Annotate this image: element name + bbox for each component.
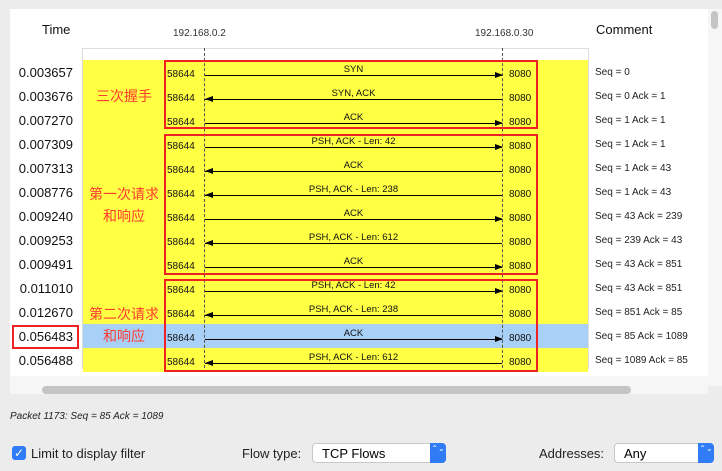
- row-time[interactable]: 0.012670: [10, 305, 73, 320]
- row-comment[interactable]: Seq = 851 Ack = 85: [595, 307, 682, 318]
- limit-filter-checkbox[interactable]: ✓: [12, 446, 26, 460]
- row-comment[interactable]: Seq = 239 Ack = 43: [595, 235, 682, 246]
- addresses-label: Addresses:: [539, 446, 605, 461]
- row-comment[interactable]: Seq = 1 Ack = 43: [595, 187, 671, 198]
- row-time[interactable]: 0.008776: [10, 185, 73, 200]
- status-text: Packet 1173: Seq = 85 Ack = 1089: [10, 411, 164, 422]
- group-label-line: 三次握手: [96, 88, 152, 104]
- selected-time-highlight-box: [12, 325, 79, 349]
- horizontal-scrollbar-thumb[interactable]: [42, 386, 631, 394]
- vertical-scrollbar-thumb[interactable]: [711, 11, 718, 29]
- row-time[interactable]: 0.007309: [10, 137, 73, 152]
- row-time[interactable]: 0.056488: [10, 353, 73, 368]
- row-time[interactable]: 0.009240: [10, 209, 73, 224]
- row-time[interactable]: 0.011010: [10, 281, 73, 296]
- row-time[interactable]: 0.007313: [10, 161, 73, 176]
- group-label-line: 和响应: [103, 208, 145, 224]
- flow-type-label: Flow type:: [242, 446, 302, 461]
- second-request-highlight-box: [164, 279, 538, 372]
- vertical-scrollbar[interactable]: [708, 9, 722, 386]
- row-comment[interactable]: Seq = 43 Ack = 239: [595, 211, 682, 222]
- host-a-label: 192.168.0.2: [173, 28, 226, 39]
- row-comment[interactable]: Seq = 85 Ack = 1089: [595, 331, 688, 342]
- chevron-updown-icon: ⌃⌄: [430, 443, 446, 463]
- row-comment[interactable]: Seq = 1 Ack = 43: [595, 163, 671, 174]
- addresses-select[interactable]: Any ⌃⌄: [614, 443, 714, 463]
- host-b-label: 192.168.0.30: [475, 28, 534, 39]
- row-time[interactable]: 0.007270: [10, 113, 73, 128]
- row-comment[interactable]: Seq = 43 Ack = 851: [595, 259, 682, 270]
- group-label-line: 和响应: [103, 328, 145, 344]
- first-request-highlight-box: [164, 134, 538, 275]
- time-column-header: Time: [42, 22, 71, 37]
- addresses-value: Any: [624, 446, 647, 461]
- comment-column-header: Comment: [596, 22, 653, 37]
- row-time[interactable]: 0.003676: [10, 89, 73, 104]
- group-label-first-request: 第一次请求 和响应: [84, 183, 164, 227]
- chevron-updown-icon: ⌃⌄: [698, 443, 714, 463]
- limit-filter-label[interactable]: Limit to display filter: [31, 446, 145, 461]
- flow-type-select[interactable]: TCP Flows ⌃⌄: [312, 443, 446, 463]
- group-label-line: 第一次请求: [89, 186, 159, 202]
- row-time[interactable]: 0.009491: [10, 257, 73, 272]
- flow-type-value: TCP Flows: [322, 446, 386, 461]
- row-comment[interactable]: Seq = 1 Ack = 1: [595, 139, 666, 150]
- group-label-handshake: 三次握手: [84, 85, 164, 107]
- group-label-second-request: 第二次请求 和响应: [84, 303, 164, 347]
- row-comment[interactable]: Seq = 43 Ack = 851: [595, 283, 682, 294]
- row-time[interactable]: 0.009253: [10, 233, 73, 248]
- row-comment[interactable]: Seq = 1089 Ack = 85: [595, 355, 688, 366]
- row-comment[interactable]: Seq = 0: [595, 67, 630, 78]
- row-comment[interactable]: Seq = 0 Ack = 1: [595, 91, 666, 102]
- row-time[interactable]: 0.003657: [10, 65, 73, 80]
- handshake-highlight-box: [164, 60, 538, 129]
- group-label-line: 第二次请求: [89, 306, 159, 322]
- row-comment[interactable]: Seq = 1 Ack = 1: [595, 115, 666, 126]
